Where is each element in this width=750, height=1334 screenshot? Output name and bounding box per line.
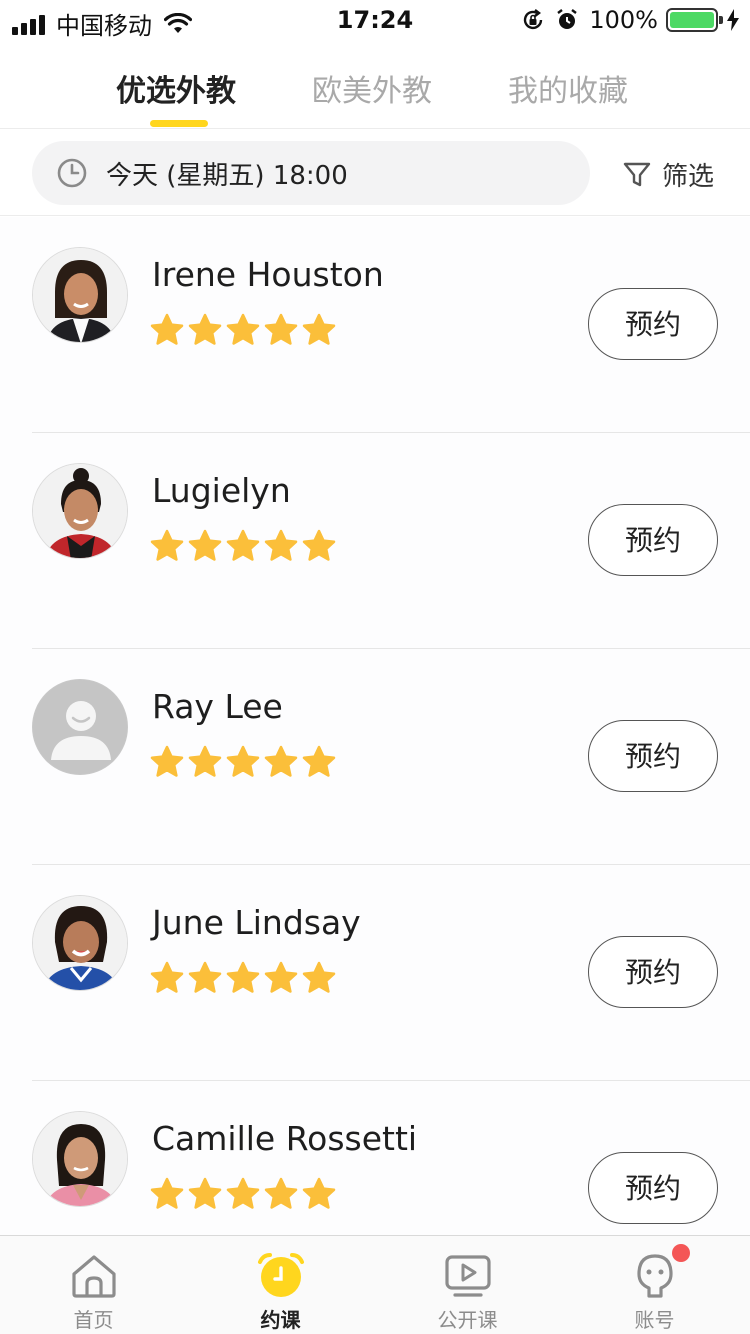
- teacher-rating: [150, 529, 340, 563]
- star-icon: [188, 529, 222, 561]
- star-icon: [302, 1177, 336, 1209]
- teacher-row: Irene Houston 预约: [32, 217, 750, 433]
- notification-badge: [672, 1244, 690, 1262]
- teacher-rating: [150, 1177, 340, 1211]
- teacher-name: Ray Lee: [152, 687, 283, 726]
- star-icon: [226, 961, 260, 993]
- star-icon: [264, 529, 298, 561]
- nav-account[interactable]: 账号: [561, 1236, 748, 1334]
- bottom-tab-bar: 首页 约课 公开课 账号: [0, 1235, 750, 1334]
- teacher-name: Camille Rossetti: [152, 1119, 418, 1158]
- selected-date-time: 今天 (星期五) 18:00: [106, 160, 348, 191]
- star-icon: [264, 961, 298, 993]
- book-button[interactable]: 预约: [588, 1152, 718, 1224]
- tab-my-favorites[interactable]: 我的收藏: [508, 66, 628, 110]
- teacher-avatar[interactable]: [32, 895, 128, 991]
- star-icon: [302, 961, 336, 993]
- nav-book-class-label: 约课: [260, 1308, 301, 1332]
- battery-percentage: 100%: [589, 6, 658, 34]
- clock-icon: [57, 158, 87, 188]
- charging-bolt-icon: [727, 9, 739, 31]
- star-icon: [150, 1177, 184, 1209]
- teacher-row: Lugielyn 预约: [32, 433, 750, 649]
- star-icon: [302, 745, 336, 777]
- teacher-rating: [150, 961, 340, 995]
- filter-row: 今天 (星期五) 18:00 筛选: [0, 130, 750, 216]
- teacher-avatar[interactable]: [32, 247, 128, 343]
- star-icon: [226, 313, 260, 345]
- battery-icon: [666, 8, 723, 32]
- star-icon: [188, 1177, 222, 1209]
- teacher-avatar[interactable]: [32, 1111, 128, 1207]
- star-icon: [302, 529, 336, 561]
- star-icon: [150, 961, 184, 993]
- star-icon: [150, 529, 184, 561]
- teacher-name: Lugielyn: [152, 471, 291, 510]
- nav-home-label: 首页: [73, 1308, 114, 1332]
- filter-label: 筛选: [662, 162, 715, 192]
- star-icon: [264, 1177, 298, 1209]
- alarm-icon: [557, 9, 578, 29]
- teacher-list: Irene Houston 预约 Lugielyn 预约 Ray Lee 预约 …: [0, 217, 750, 1235]
- tab-western-teachers[interactable]: 欧美外教: [312, 66, 432, 110]
- funnel-icon: [623, 162, 651, 186]
- teacher-row: Camille Rossetti 预约: [32, 1081, 750, 1235]
- star-icon: [188, 745, 222, 777]
- nav-open-class[interactable]: 公开课: [374, 1236, 561, 1334]
- book-button[interactable]: 预约: [588, 936, 718, 1008]
- date-time-selector[interactable]: 今天 (星期五) 18:00: [32, 141, 590, 205]
- filter-button[interactable]: 筛选: [622, 156, 714, 193]
- book-button[interactable]: 预约: [588, 720, 718, 792]
- star-icon: [226, 529, 260, 561]
- book-button[interactable]: 预约: [588, 504, 718, 576]
- star-icon: [264, 313, 298, 345]
- star-icon: [302, 313, 336, 345]
- teacher-name: Irene Houston: [152, 255, 384, 294]
- alarm-clock-icon: [258, 1253, 304, 1297]
- star-icon: [150, 745, 184, 777]
- book-button[interactable]: 预约: [588, 288, 718, 360]
- star-icon: [188, 313, 222, 345]
- star-icon: [226, 745, 260, 777]
- nav-home[interactable]: 首页: [0, 1236, 187, 1334]
- teacher-rating: [150, 313, 340, 347]
- nav-open-class-label: 公开课: [437, 1308, 498, 1332]
- star-icon: [188, 961, 222, 993]
- video-play-icon: [445, 1255, 491, 1297]
- active-tab-indicator: [150, 120, 208, 127]
- teacher-rating: [150, 745, 340, 779]
- status-bar: 中国移动 17:24 100%: [0, 0, 750, 40]
- teacher-avatar[interactable]: [32, 463, 128, 559]
- home-icon: [72, 1255, 116, 1298]
- teacher-category-tabs: 优选外教 欧美外教 我的收藏: [0, 40, 750, 129]
- default-avatar-icon[interactable]: [32, 679, 128, 775]
- star-icon: [150, 313, 184, 345]
- teacher-row: Ray Lee 预约: [32, 649, 750, 865]
- star-icon: [226, 1177, 260, 1209]
- rotation-lock-icon: [524, 9, 543, 30]
- nav-account-label: 账号: [634, 1308, 675, 1332]
- nav-book-class[interactable]: 约课: [187, 1236, 374, 1334]
- tab-featured-teachers[interactable]: 优选外教: [116, 66, 236, 110]
- teacher-name: June Lindsay: [152, 903, 361, 942]
- teacher-row: June Lindsay 预约: [32, 865, 750, 1081]
- star-icon: [264, 745, 298, 777]
